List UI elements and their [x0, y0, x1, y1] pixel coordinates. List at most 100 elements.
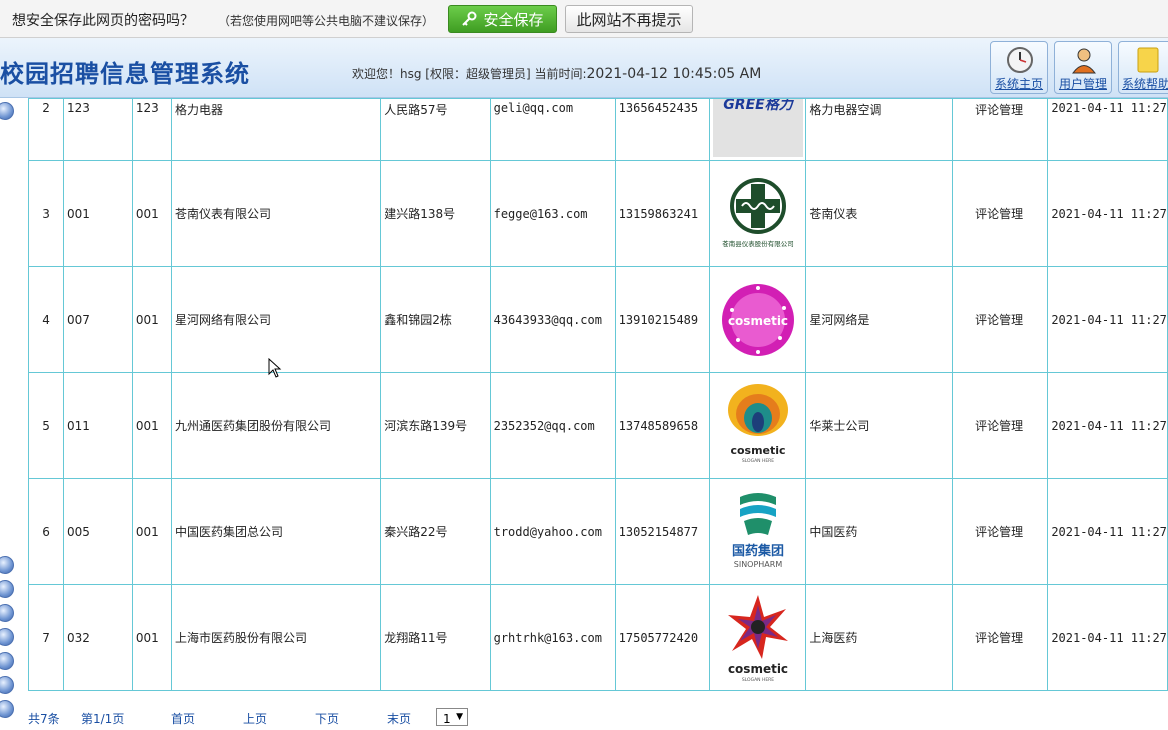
row-code2: 001: [131, 478, 172, 585]
row-code: 032: [63, 584, 133, 691]
row-index: 7: [27, 584, 65, 691]
sidebar-orb-icon[interactable]: [0, 652, 14, 670]
row-index: 4: [27, 266, 65, 373]
meter-logo: 苍南县仪表股份有限公司: [722, 177, 793, 248]
row-address: 龙翔路11号: [380, 584, 491, 691]
comment-manage-link[interactable]: 评论管理: [952, 266, 1049, 373]
cosmetic-logo-text: cosmetic: [728, 314, 788, 328]
row-company: 格力电器: [170, 98, 382, 161]
row-short-name: 华莱士公司: [805, 372, 954, 479]
row-phone: 13159863241: [614, 160, 710, 267]
app-title: 校园招聘信息管理系统: [0, 60, 250, 88]
row-code2: 001: [131, 266, 172, 373]
password-question: 想安全保存此网页的密码吗？: [12, 13, 194, 29]
row-company: 星河网络有限公司: [170, 266, 382, 373]
row-code2: 001: [131, 160, 172, 267]
comment-manage-link[interactable]: 评论管理: [952, 584, 1049, 691]
row-company: 上海市医药股份有限公司: [170, 584, 382, 691]
row-time: 2021-04-11 11:27: [1047, 266, 1168, 373]
row-index: 6: [27, 478, 65, 585]
row-email: grhtrhk@163.com: [489, 584, 616, 691]
row-address: 建兴路138号: [380, 160, 491, 267]
next-page-link[interactable]: 下页: [315, 710, 339, 727]
comment-manage-link[interactable]: 评论管理: [952, 160, 1049, 267]
prev-page-link[interactable]: 上页: [243, 710, 267, 727]
row-email: geli@qq.com: [489, 98, 616, 161]
cosmetic-logo-text: cosmetic: [730, 444, 785, 457]
row-time: 2021-04-11 11:27: [1047, 160, 1168, 267]
help-button-label: 系统帮助: [1121, 77, 1168, 91]
row-address: 鑫和锦园2栋: [380, 266, 491, 373]
help-button[interactable]: 系统帮助: [1118, 41, 1168, 94]
pagination: 共7条 第1/1页 首页 上页 下页 末页 1 ▼: [28, 708, 1168, 726]
home-button[interactable]: 系统主页: [990, 41, 1048, 94]
row-short-name: 星河网络是: [805, 266, 954, 373]
row-code: 001: [63, 160, 133, 267]
row-logo-cell: cosmetic SLOGAN HERE: [708, 372, 807, 479]
comment-manage-link[interactable]: 评论管理: [952, 372, 1049, 479]
row-phone: 17505772420: [614, 584, 710, 691]
page-indicator: 第1/1页: [81, 712, 125, 726]
welcome-text: 欢迎您！hsg [权限：超级管理员] 当前时间:2021-04-12 10:45…: [352, 65, 761, 82]
current-time: 2021-04-12 10:45:05 AM: [586, 66, 762, 82]
row-logo-cell: cosmetic: [708, 266, 807, 373]
sidebar-orb-icon[interactable]: [0, 628, 14, 646]
table-row: 7 032 001 上海市医药股份有限公司 龙翔路11号 grhtrhk@163…: [27, 584, 1168, 691]
table-row: 5 011 001 九州通医药集团股份有限公司 河滨东路139号 2352352…: [27, 372, 1168, 479]
sidebar-orb-icon[interactable]: [0, 700, 14, 718]
page-select-value: 1: [443, 712, 451, 726]
row-company: 中国医药集团总公司: [170, 478, 382, 585]
mouse-cursor-icon: [268, 358, 282, 378]
row-company: 苍南仪表有限公司: [170, 160, 382, 267]
row-code2: 001: [131, 584, 172, 691]
app-header: 校园招聘信息管理系统 欢迎您！hsg [权限：超级管理员] 当前时间:2021-…: [0, 38, 1168, 98]
row-time: 2021-04-11 11:27: [1047, 372, 1168, 479]
sinopharm-en-text: SINOPHARM: [733, 560, 782, 569]
sidebar-orb-icon[interactable]: [0, 676, 14, 694]
user-management-label: 用户管理: [1058, 77, 1107, 91]
sidebar-orb-icon[interactable]: [0, 556, 14, 574]
gree-logo: GREE格力: [712, 99, 803, 157]
sidebar-orb-icon[interactable]: [0, 102, 14, 120]
row-code2: 001: [131, 372, 172, 479]
row-phone: 13910215489: [614, 266, 710, 373]
row-time: 2021-04-11 11:27: [1047, 584, 1168, 691]
never-ask-button[interactable]: 此网站不再提示: [565, 5, 693, 33]
home-button-label: 系统主页: [994, 77, 1043, 91]
row-code2: 123: [131, 98, 172, 161]
row-logo-cell: cosmetic SLOGAN HERE: [708, 584, 807, 691]
table-row: 4 007 001 星河网络有限公司 鑫和锦园2栋 43643933@qq.co…: [27, 266, 1168, 373]
row-address: 秦兴路22号: [380, 478, 491, 585]
row-short-name: 格力电器空调: [805, 98, 954, 161]
comment-manage-link[interactable]: 评论管理: [952, 98, 1049, 161]
help-icon: [1137, 47, 1159, 73]
row-email: 2352352@qq.com: [489, 372, 616, 479]
cosmetic-burst-logo: cosmetic SLOGAN HERE: [728, 594, 788, 683]
row-index: 2: [27, 98, 65, 161]
sinopharm-cn-text: 国药集团: [732, 543, 784, 559]
sidebar-orb-icon[interactable]: [0, 604, 14, 622]
page-select[interactable]: 1 ▼: [436, 708, 468, 726]
slogan-text: SLOGAN HERE: [741, 677, 773, 683]
row-phone: 13052154877: [614, 478, 710, 585]
row-phone: 13748589658: [614, 372, 710, 479]
first-page-link[interactable]: 首页: [171, 710, 195, 727]
user-management-button[interactable]: 用户管理: [1054, 41, 1112, 94]
total-count: 共7条: [28, 712, 60, 726]
sidebar-orb-icon[interactable]: [0, 580, 14, 598]
password-save-bar: 想安全保存此网页的密码吗？ （若您使用网吧等公共电脑不建议保存） 安全保存 此网…: [0, 0, 1168, 38]
row-short-name: 中国医药: [805, 478, 954, 585]
table-row: 2 123 123 格力电器 人民路57号 geli@qq.com 136564…: [27, 98, 1168, 161]
comment-manage-link[interactable]: 评论管理: [952, 478, 1049, 585]
row-code: 007: [63, 266, 133, 373]
save-password-button[interactable]: 安全保存: [448, 5, 557, 33]
table-row: 6 005 001 中国医药集团总公司 秦兴路22号 trodd@yahoo.c…: [27, 478, 1168, 585]
user-icon: [1072, 48, 1096, 74]
slogan-text: SLOGAN HERE: [741, 458, 773, 464]
company-table: 2 123 123 格力电器 人民路57号 geli@qq.com 136564…: [27, 98, 1168, 691]
last-page-link[interactable]: 末页: [387, 710, 411, 727]
chevron-down-icon: ▼: [456, 712, 463, 722]
table-row: 3 001 001 苍南仪表有限公司 建兴路138号 fegge@163.com…: [27, 160, 1168, 267]
row-index: 5: [27, 372, 65, 479]
cosmetic-logo-text: cosmetic: [728, 662, 788, 676]
